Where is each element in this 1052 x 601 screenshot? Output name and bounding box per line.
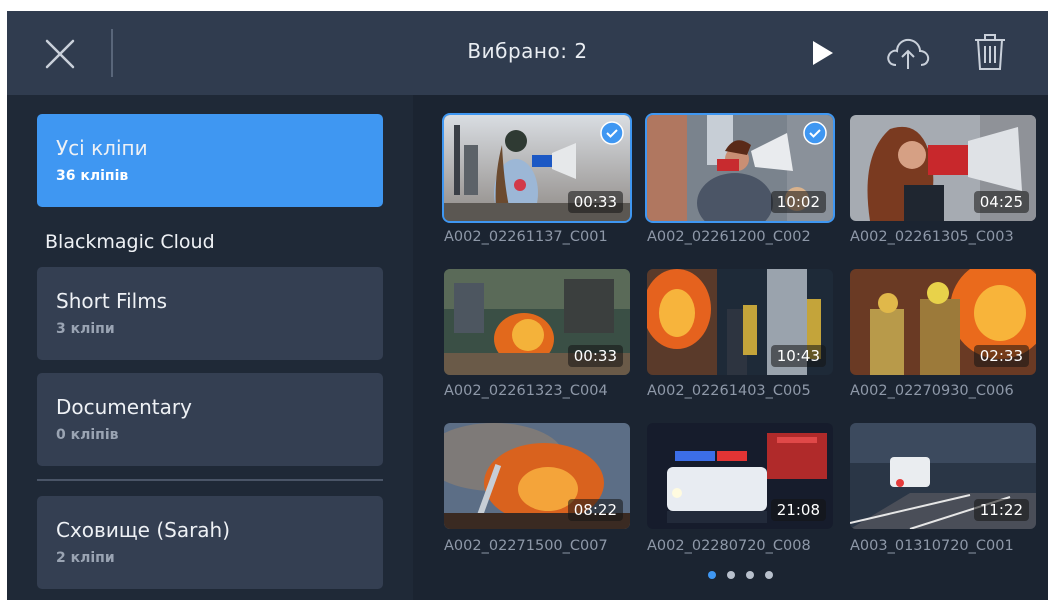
clip-name: A002_02261305_C003 [850,229,1014,245]
page-dot[interactable] [727,571,735,579]
sidebar-item-title: Усі кліпи [56,136,148,160]
sidebar: Усі кліпи 36 кліпів Blackmagic Cloud Sho… [7,95,413,600]
checkmark-icon [600,121,624,145]
clip-thumbnail[interactable]: 00:33 [444,115,630,221]
page-dot[interactable] [708,571,716,579]
clip-grid: 00:33 A002_02261137_C001 10:02 A002_0226… [413,95,1048,600]
screen: Вибрано: 2 Усі кліпи 36 кліпів Blackmagi… [7,11,1048,600]
clip-duration: 08:22 [567,499,623,521]
section-label-cloud: Blackmagic Cloud [45,231,215,253]
sidebar-item-short-films[interactable]: Short Films 3 кліпи [37,267,383,360]
sidebar-item-title: Short Films [56,289,168,313]
trash-icon[interactable] [973,32,1007,72]
clip-thumbnail[interactable]: 08:22 [444,423,630,529]
clip-name: A002_02280720_C008 [647,538,811,554]
sidebar-item-count: 0 кліпів [56,427,119,443]
sidebar-item-count: 3 кліпи [56,321,115,337]
play-icon[interactable] [811,39,835,67]
checkmark-icon [803,121,827,145]
clip-duration: 02:33 [973,345,1029,367]
sidebar-divider [37,479,383,481]
clip-name: A002_02261323_C004 [444,383,608,399]
clip-name: A002_02261137_C001 [444,229,608,245]
cloud-upload-icon[interactable] [885,35,931,71]
clip-name: A002_02261200_C002 [647,229,811,245]
top-bar: Вибрано: 2 [7,11,1048,95]
clip-duration: 00:33 [567,345,623,367]
page-dot[interactable] [746,571,754,579]
clip-thumbnail[interactable]: 10:02 [647,115,833,221]
sidebar-item-title: Сховище (Sarah) [56,518,231,542]
sidebar-item-documentary[interactable]: Documentary 0 кліпів [37,373,383,466]
sidebar-item-storage[interactable]: Сховище (Sarah) 2 кліпи [37,496,383,589]
clip-duration: 10:02 [770,191,826,213]
page-indicator [708,571,778,581]
clip-name: A002_02270930_C006 [850,383,1014,399]
clip-duration: 10:43 [770,345,826,367]
clip-thumbnail[interactable]: 00:33 [444,269,630,375]
page-dot[interactable] [765,571,773,579]
clip-name: A003_01310720_C001 [850,538,1014,554]
sidebar-item-count: 2 кліпи [56,550,115,566]
clip-name: A002_02261403_C005 [647,383,811,399]
sidebar-item-count: 36 кліпів [56,168,129,184]
sidebar-item-title: Documentary [56,395,192,419]
sidebar-item-all-clips[interactable]: Усі кліпи 36 кліпів [37,114,383,207]
clip-duration: 00:33 [567,191,623,213]
clip-duration: 21:08 [770,499,826,521]
clip-duration: 04:25 [973,191,1029,213]
clip-duration: 11:22 [973,499,1029,521]
clip-thumbnail[interactable]: 10:43 [647,269,833,375]
clip-thumbnail[interactable]: 04:25 [850,115,1036,221]
clip-thumbnail[interactable]: 11:22 [850,423,1036,529]
clip-thumbnail[interactable]: 21:08 [647,423,833,529]
clip-name: A002_02271500_C007 [444,538,608,554]
clip-thumbnail[interactable]: 02:33 [850,269,1036,375]
